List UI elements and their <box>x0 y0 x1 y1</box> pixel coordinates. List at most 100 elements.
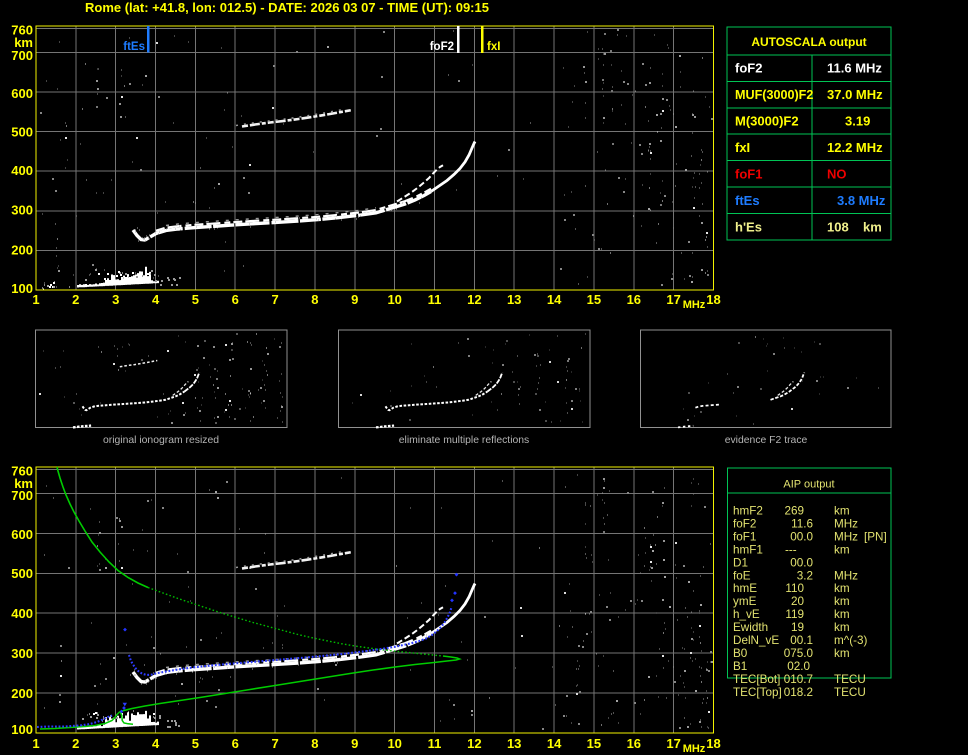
svg-text:foF1: foF1 <box>733 530 756 543</box>
svg-text:evidence F2 trace: evidence F2 trace <box>725 435 808 446</box>
svg-text:3.19: 3.19 <box>845 114 870 129</box>
svg-text:16: 16 <box>627 736 641 751</box>
svg-text:15: 15 <box>587 736 601 751</box>
svg-text:15: 15 <box>587 292 601 307</box>
svg-text:km: km <box>863 220 882 235</box>
svg-text:300: 300 <box>11 203 33 218</box>
svg-text:MHz: MHz <box>683 743 706 755</box>
svg-text:3.2: 3.2 <box>797 569 813 582</box>
svg-text:3: 3 <box>112 292 119 307</box>
svg-text:AIP output: AIP output <box>783 479 834 491</box>
svg-text:ftEs: ftEs <box>735 193 760 208</box>
svg-text:foE: foE <box>733 569 751 582</box>
svg-text:16: 16 <box>627 292 641 307</box>
svg-text:km: km <box>834 505 850 518</box>
svg-text:6: 6 <box>232 292 239 307</box>
svg-text:original ionogram resized: original ionogram resized <box>103 435 219 446</box>
svg-text:269: 269 <box>784 505 804 518</box>
svg-text:11.6: 11.6 <box>791 518 813 531</box>
svg-text:9: 9 <box>351 292 358 307</box>
svg-text:---: --- <box>785 543 797 556</box>
svg-text:6: 6 <box>232 736 239 751</box>
svg-text:hmE: hmE <box>733 582 757 595</box>
svg-text:1: 1 <box>32 736 39 751</box>
svg-text:400: 400 <box>11 163 33 178</box>
svg-text:10: 10 <box>387 292 401 307</box>
svg-text:fxI: fxI <box>735 140 750 155</box>
svg-text:200: 200 <box>11 686 33 701</box>
svg-text:4: 4 <box>152 736 160 751</box>
svg-text:600: 600 <box>11 86 33 101</box>
svg-text:100: 100 <box>11 281 33 296</box>
svg-text:119: 119 <box>785 608 804 621</box>
svg-text:11: 11 <box>428 292 442 307</box>
svg-text:110: 110 <box>785 582 804 595</box>
svg-text:8: 8 <box>311 736 318 751</box>
svg-text:ftEs: ftEs <box>123 41 145 53</box>
svg-text:00.0: 00.0 <box>790 530 813 543</box>
svg-text:hmF1: hmF1 <box>733 543 763 556</box>
svg-text:km: km <box>834 621 850 634</box>
svg-text:8: 8 <box>311 292 318 307</box>
svg-text:MHz: MHz <box>834 569 858 582</box>
svg-text:Ewidth: Ewidth <box>733 621 768 634</box>
svg-text:B1: B1 <box>733 660 747 673</box>
svg-text:km: km <box>834 608 850 621</box>
svg-text:18: 18 <box>706 292 720 307</box>
svg-text:TEC[Top]: TEC[Top] <box>733 686 782 699</box>
svg-text:19: 19 <box>791 621 804 634</box>
svg-text:hmF2: hmF2 <box>733 505 763 518</box>
svg-text:B0: B0 <box>733 647 748 660</box>
svg-text:018.2: 018.2 <box>784 686 813 699</box>
svg-text:14: 14 <box>547 292 562 307</box>
svg-text:3: 3 <box>112 736 119 751</box>
svg-text:h'Es: h'Es <box>735 220 762 235</box>
svg-text:17: 17 <box>666 292 680 307</box>
svg-text:h_vE: h_vE <box>733 608 760 621</box>
svg-text:TEC[Bot]: TEC[Bot] <box>733 673 780 686</box>
svg-text:12: 12 <box>467 736 481 751</box>
svg-text:D1: D1 <box>733 556 748 569</box>
svg-text:11: 11 <box>428 736 442 751</box>
svg-text:13: 13 <box>507 736 521 751</box>
svg-text:13: 13 <box>507 292 521 307</box>
svg-text:12.2 MHz: 12.2 MHz <box>827 140 883 155</box>
svg-text:km: km <box>834 543 850 556</box>
svg-text:10: 10 <box>387 736 401 751</box>
svg-text:010.7: 010.7 <box>784 673 813 686</box>
svg-text:eliminate multiple reflections: eliminate multiple reflections <box>399 435 530 446</box>
svg-text:20: 20 <box>791 595 805 608</box>
svg-text:foF2: foF2 <box>735 61 762 76</box>
svg-text:200: 200 <box>11 243 33 258</box>
svg-text:Rome (lat: +41.8, lon: 012.5): Rome (lat: +41.8, lon: 012.5) - DATE: 20… <box>85 0 489 15</box>
svg-text:100: 100 <box>11 722 33 737</box>
svg-text:DelN_vE: DelN_vE <box>733 634 779 647</box>
svg-text:02.0: 02.0 <box>787 660 810 673</box>
svg-text:km: km <box>834 595 850 608</box>
svg-text:fxI: fxI <box>487 41 500 53</box>
svg-text:AUTOSCALA output: AUTOSCALA output <box>751 35 866 49</box>
svg-text:108: 108 <box>827 220 849 235</box>
svg-text:00.1: 00.1 <box>790 634 813 647</box>
svg-text:00.0: 00.0 <box>790 556 813 569</box>
svg-text:1: 1 <box>32 292 39 307</box>
svg-text:MUF(3000)F2: MUF(3000)F2 <box>735 88 813 102</box>
svg-text:foF2: foF2 <box>733 518 756 531</box>
svg-text:2: 2 <box>72 736 79 751</box>
svg-text:500: 500 <box>11 566 33 581</box>
svg-text:ymE: ymE <box>733 595 757 608</box>
svg-text:17: 17 <box>666 736 680 751</box>
svg-text:18: 18 <box>706 736 720 751</box>
svg-text:NO: NO <box>827 167 847 182</box>
svg-text:5: 5 <box>192 736 199 751</box>
svg-text:MHz: MHz <box>834 518 858 531</box>
svg-text:foF1: foF1 <box>735 167 762 182</box>
svg-text:foF2: foF2 <box>430 41 454 53</box>
svg-text:7: 7 <box>271 292 278 307</box>
svg-text:[PN]: [PN] <box>864 530 887 543</box>
svg-text:km: km <box>834 582 850 595</box>
svg-text:MHz: MHz <box>683 299 706 311</box>
svg-text:km: km <box>834 647 850 660</box>
svg-text:2: 2 <box>72 292 79 307</box>
svg-text:700: 700 <box>11 488 33 503</box>
